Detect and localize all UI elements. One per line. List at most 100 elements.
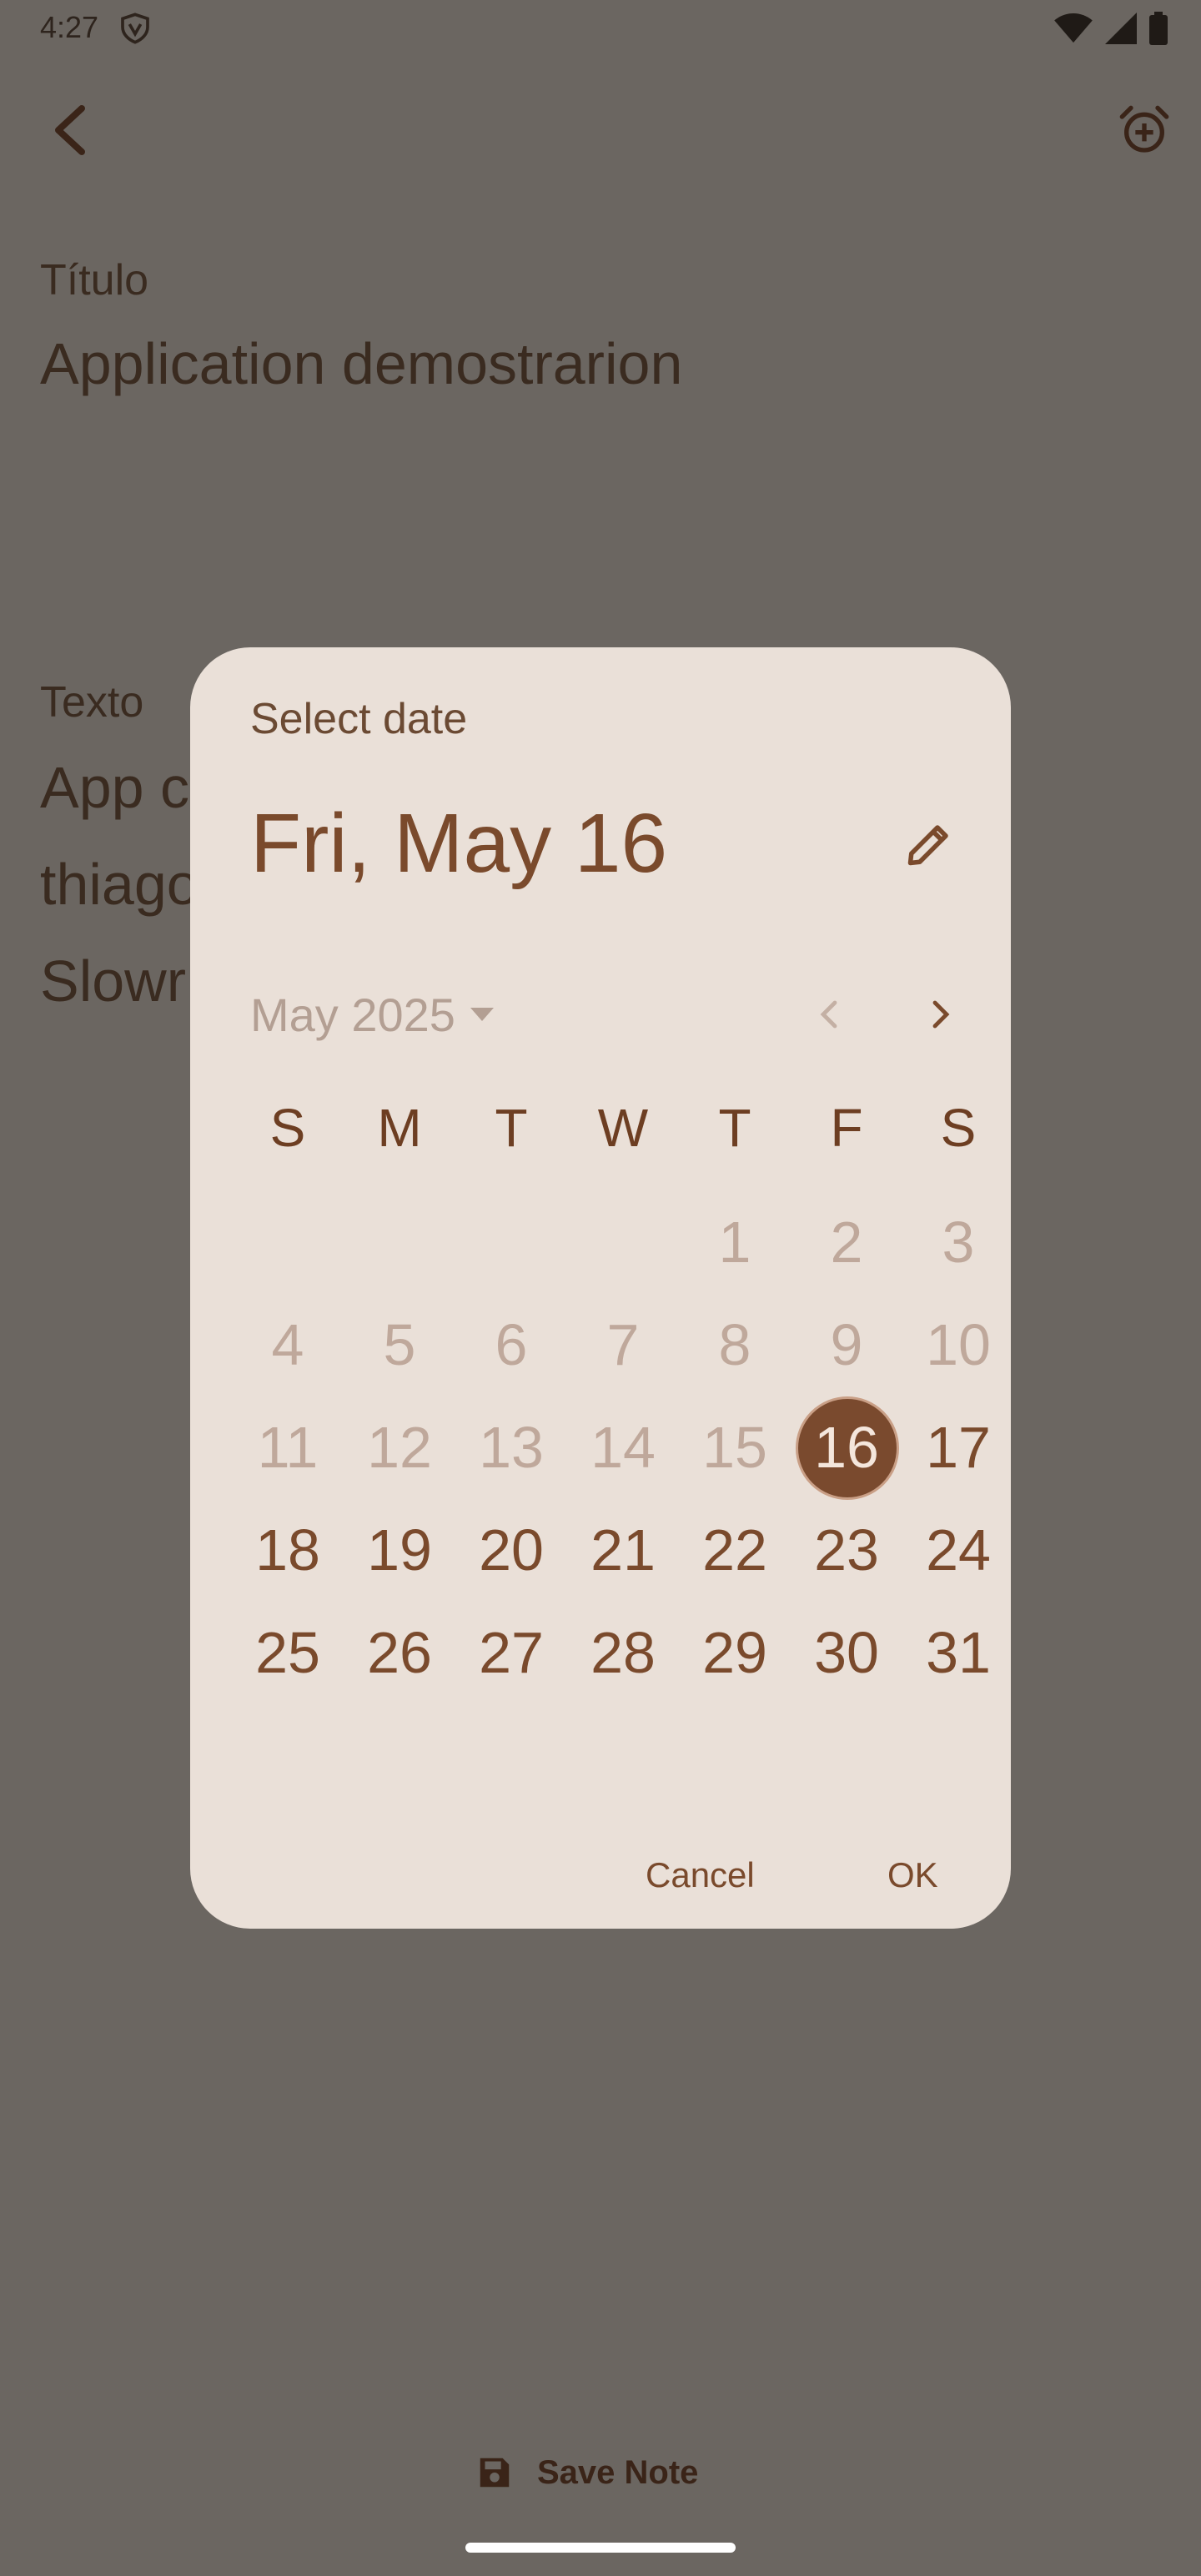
calendar-blank-cell	[455, 1191, 567, 1294]
calendar-day[interactable]: 29	[679, 1602, 791, 1704]
calendar-day: 13	[455, 1396, 567, 1499]
save-icon	[480, 2458, 510, 2488]
home-indicator[interactable]	[465, 2543, 736, 2553]
ok-button[interactable]: OK	[887, 1842, 938, 1909]
vpn-icon	[121, 13, 149, 44]
calendar-day: 10	[902, 1294, 1014, 1396]
chevron-left-icon	[55, 105, 85, 155]
month-year-label: May 2025	[250, 988, 455, 1041]
calendar-day-number: 13	[479, 1415, 544, 1480]
calendar-day-selected[interactable]: 16	[791, 1396, 902, 1500]
calendar-day: 6	[455, 1294, 567, 1396]
cancel-button[interactable]: Cancel	[646, 1842, 755, 1909]
weekday-header-row: SMTWTFS	[232, 1094, 1014, 1161]
calendar-day-number: 29	[702, 1620, 767, 1685]
calendar-day: 4	[232, 1294, 344, 1396]
body-input[interactable]: App c thiago Slowr	[40, 739, 199, 1029]
calendar-day[interactable]: 19	[344, 1499, 455, 1602]
title-input[interactable]: Application demostrarion	[40, 315, 682, 412]
calendar-day-number: 1	[718, 1210, 751, 1275]
weekday-label: T	[718, 1098, 751, 1158]
calendar-day[interactable]: 22	[679, 1499, 791, 1602]
calendar-day-number: 3	[942, 1210, 975, 1275]
date-picker-dialog: Select date Fri, May 16 May 2025 S M T W T F S…	[190, 647, 1011, 1929]
calendar-day-number: 31	[926, 1620, 991, 1685]
next-month-button[interactable]	[907, 981, 974, 1048]
calendar-day[interactable]: 26	[344, 1602, 455, 1704]
calendar-day-number: 28	[590, 1620, 656, 1685]
calendar-day[interactable]: 28	[567, 1602, 679, 1704]
wifi-icon	[1054, 13, 1093, 43]
calendar-day-number: 20	[479, 1517, 544, 1582]
calendar-day-number: 11	[257, 1415, 319, 1480]
calendar-day-number: 7	[606, 1312, 640, 1377]
set-reminder-button[interactable]	[1113, 98, 1176, 162]
save-note-button[interactable]: Save Note	[475, 2449, 698, 2496]
calendar-day-number: 30	[814, 1620, 879, 1685]
calendar-day[interactable]: 24	[902, 1499, 1014, 1602]
calendar-day: 1	[679, 1191, 791, 1294]
weekday-label: S	[269, 1098, 306, 1158]
calendar-day-number: 25	[255, 1620, 320, 1685]
calendar-day-number: 22	[702, 1517, 767, 1582]
calendar-day: 15	[679, 1396, 791, 1499]
selected-date-headline: Fri, May 16	[250, 797, 668, 890]
calendar-day-number: 19	[367, 1517, 432, 1582]
alarm-add-icon	[1119, 105, 1169, 153]
battery-icon	[1149, 12, 1168, 45]
calendar-day-number: 17	[926, 1415, 991, 1480]
calendar-day: 14	[567, 1396, 679, 1499]
calendar-day: 11	[232, 1396, 344, 1499]
calendar-day-number: 2	[830, 1210, 863, 1275]
edit-date-button[interactable]	[896, 811, 962, 878]
calendar-day-number: 24	[926, 1517, 991, 1582]
dialog-heading: Select date	[250, 695, 468, 743]
weekday-label: S	[940, 1098, 977, 1158]
calendar-day-number: 8	[718, 1312, 751, 1377]
calendar-day-number: 15	[702, 1415, 767, 1480]
back-button[interactable]	[43, 98, 97, 162]
previous-month-button[interactable]	[796, 981, 862, 1048]
calendar-day-number: 14	[590, 1415, 656, 1480]
dropdown-arrow-icon	[470, 1008, 494, 1021]
calendar-day-number: 23	[814, 1517, 879, 1582]
status-time: 4:27	[40, 10, 99, 44]
calendar-day: 8	[679, 1294, 791, 1396]
calendar-day[interactable]: 30	[791, 1602, 902, 1704]
weekday-label: F	[830, 1098, 863, 1158]
weekday-label: W	[597, 1098, 649, 1158]
calendar-day-number: 5	[383, 1312, 416, 1377]
calendar-day[interactable]: 20	[455, 1499, 567, 1602]
calendar-day-number: 16	[814, 1415, 879, 1480]
body-label: Texto	[40, 678, 144, 727]
save-note-label: Save Note	[537, 2453, 699, 2491]
calendar-day[interactable]: 18	[232, 1499, 344, 1602]
calendar-day[interactable]: 31	[902, 1602, 1014, 1704]
chevron-left-icon	[820, 1000, 837, 1029]
calendar-day[interactable]: 27	[455, 1602, 567, 1704]
calendar-day[interactable]: 25	[232, 1602, 344, 1704]
chevron-right-icon	[932, 1000, 950, 1029]
cell-signal-icon	[1105, 13, 1137, 44]
calendar-day: 9	[791, 1294, 902, 1396]
calendar-day-number: 9	[830, 1312, 863, 1377]
calendar-day: 3	[902, 1191, 1014, 1294]
calendar-day-grid: 1 2 3 4 5 6 7 8 9 10 11 12 13 14 15 16 17 18 19 20 21 22 23 24 2…	[232, 1191, 1014, 1704]
calendar-day-number: 26	[367, 1620, 432, 1685]
calendar-day-number: 10	[926, 1312, 991, 1377]
calendar-day-number: 27	[479, 1620, 544, 1685]
calendar-blank-cell	[232, 1191, 344, 1294]
title-label: Título	[40, 256, 149, 304]
calendar-day[interactable]: 21	[567, 1499, 679, 1602]
calendar-day: 7	[567, 1294, 679, 1396]
status-bar: 4:27	[0, 0, 1201, 60]
month-year-selector[interactable]: May 2025	[250, 981, 494, 1048]
calendar-day[interactable]: 17	[902, 1396, 1014, 1499]
weekday-label: T	[495, 1098, 528, 1158]
calendar-day-number: 18	[255, 1517, 320, 1582]
weekday-label: M	[377, 1098, 422, 1158]
calendar-day-number: 4	[271, 1312, 304, 1377]
calendar-blank-cell	[567, 1191, 679, 1294]
calendar-blank-cell	[344, 1191, 455, 1294]
calendar-day[interactable]: 23	[791, 1499, 902, 1602]
